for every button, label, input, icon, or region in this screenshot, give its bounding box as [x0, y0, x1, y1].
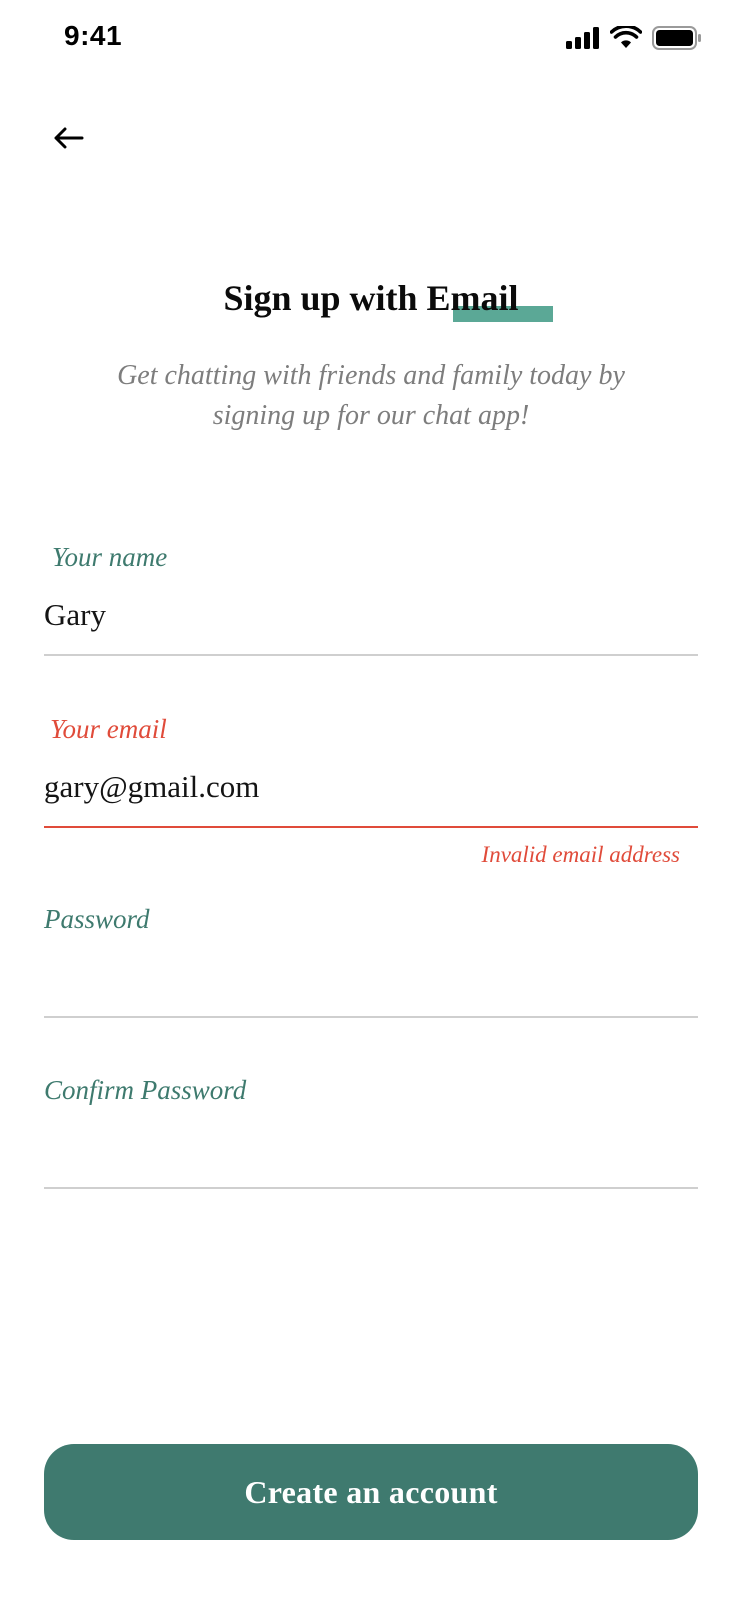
confirm-password-input[interactable]	[44, 1129, 698, 1167]
status-icons	[566, 24, 702, 55]
email-field[interactable]: Your email gary@gmail.com Invalid email …	[44, 712, 698, 868]
password-label: Password	[44, 904, 150, 934]
name-input[interactable]: Gary	[44, 596, 698, 634]
name-field[interactable]: Your name Gary	[44, 540, 698, 656]
title-area: Sign up with Email	[0, 276, 742, 322]
title-container: Sign up with Email	[223, 276, 554, 322]
create-account-button[interactable]: Create an account	[44, 1444, 698, 1540]
password-underline	[44, 1016, 698, 1018]
arrow-left-icon	[52, 126, 84, 155]
password-input[interactable]	[44, 958, 698, 996]
confirm-password-label: Confirm Password	[44, 1075, 247, 1105]
cellular-signal-icon	[566, 27, 600, 54]
confirm-password-underline	[44, 1187, 698, 1189]
page-subtitle: Get chatting with friends and family tod…	[117, 360, 625, 431]
back-button[interactable]	[46, 118, 90, 162]
email-label: Your email	[50, 714, 167, 744]
battery-icon	[652, 26, 702, 55]
confirm-password-field[interactable]: Confirm Password	[44, 1073, 698, 1189]
status-bar: 9:41	[0, 0, 742, 80]
name-underline	[44, 654, 698, 656]
status-time: 9:41	[64, 20, 123, 51]
name-label: Your name	[52, 542, 168, 572]
email-underline	[44, 826, 698, 828]
email-error-message: Invalid email address	[481, 842, 680, 867]
email-input[interactable]: gary@gmail.com	[44, 768, 698, 806]
wifi-icon	[609, 24, 643, 55]
page-title: Sign up with Email	[223, 278, 519, 318]
password-field[interactable]: Password	[44, 902, 698, 1018]
